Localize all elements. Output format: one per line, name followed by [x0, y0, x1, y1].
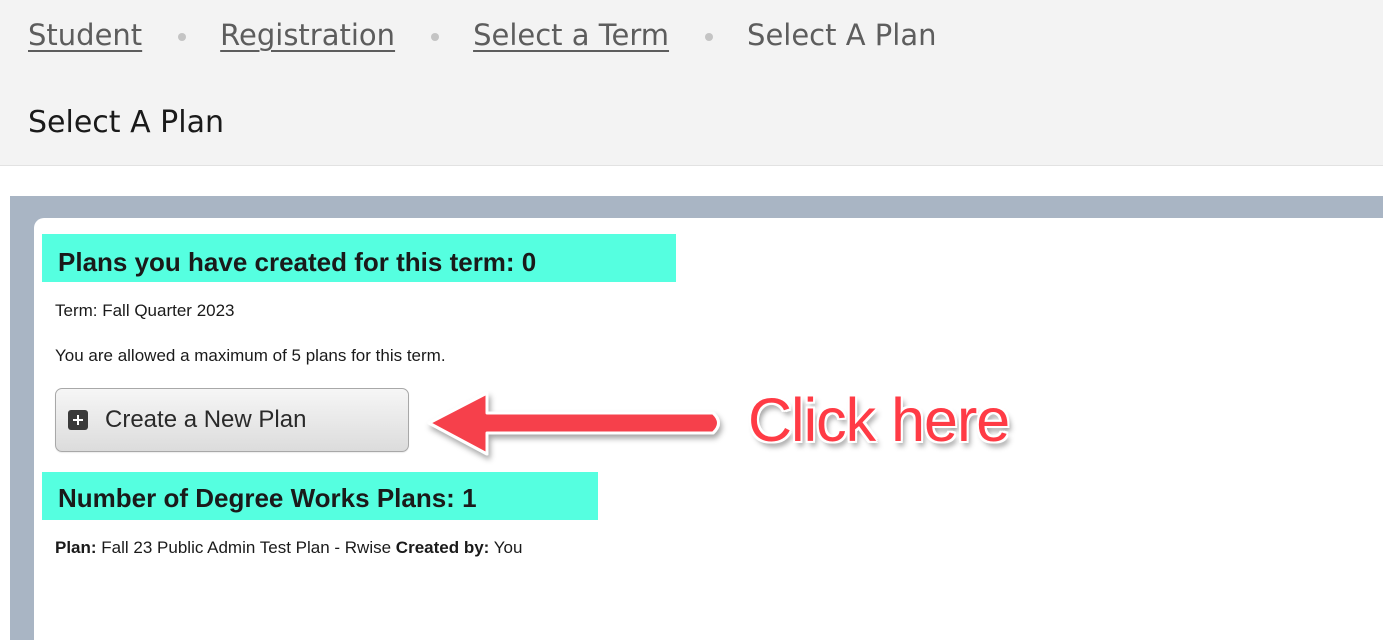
breadcrumb-current: Select A Plan — [747, 18, 937, 52]
breadcrumb-select-term-link[interactable]: Select a Term — [473, 18, 669, 52]
degree-works-plans-heading: Number of Degree Works Plans: 1 — [42, 472, 598, 520]
create-new-plan-label: Create a New Plan — [105, 406, 307, 433]
created-by-value: You — [493, 538, 523, 557]
plan-name: Fall 23 Public Admin Test Plan - Rwise — [101, 538, 392, 557]
created-by-label: Created by: — [395, 538, 490, 557]
plan-label: Plan: — [55, 538, 97, 557]
plans-created-heading: Plans you have created for this term: 0 — [42, 234, 676, 282]
page-title: Select A Plan — [28, 105, 224, 140]
degree-works-plan-row: Plan: Fall 23 Public Admin Test Plan - R… — [55, 538, 522, 558]
term-text: Term: Fall Quarter 2023 — [55, 301, 235, 320]
breadcrumb-separator — [178, 33, 187, 41]
max-plans-text: You are allowed a maximum of 5 plans for… — [55, 346, 446, 365]
plus-square-icon — [68, 410, 88, 430]
click-here-callout: Click here — [748, 386, 1010, 454]
page-header: Student Registration Select a Term Selec… — [0, 0, 1383, 166]
breadcrumb-separator — [431, 33, 440, 41]
breadcrumb-registration-link[interactable]: Registration — [220, 18, 395, 52]
breadcrumb-student-link[interactable]: Student — [28, 18, 142, 52]
breadcrumb-separator — [705, 33, 714, 41]
create-new-plan-button[interactable]: Create a New Plan — [55, 388, 409, 452]
breadcrumb: Student Registration Select a Term Selec… — [28, 18, 936, 52]
